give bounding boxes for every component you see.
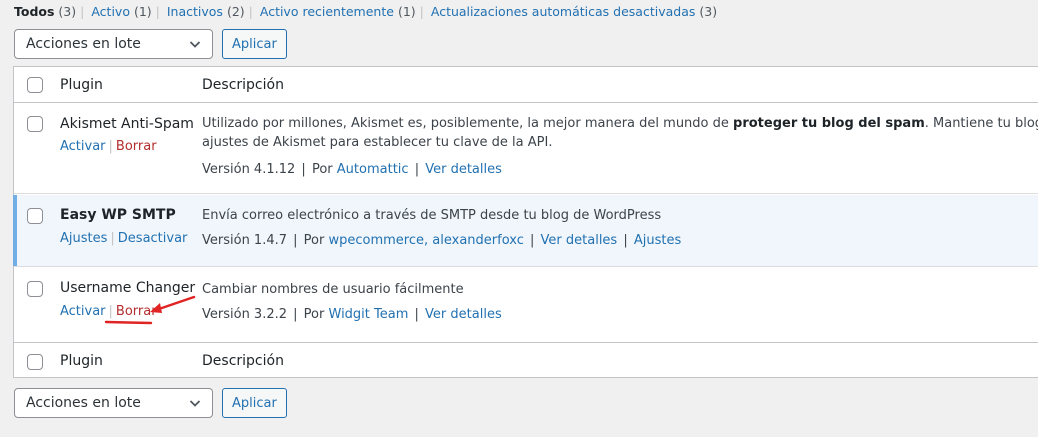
row-checkbox[interactable] <box>27 116 43 132</box>
description-text: Envía correo electrónico a través de SMT… <box>202 208 662 223</box>
description-text: Cambiar nombres de usuario fácilmente <box>202 282 464 297</box>
delete-link[interactable]: Borrar <box>116 139 157 154</box>
table-header: Plugin Descripción <box>14 67 1038 103</box>
plugin-version: Versión 1.4.7 <box>202 233 288 248</box>
bulk-actions-top: Acciones en lote Aplicar <box>14 29 287 59</box>
filter-inactive[interactable]: Inactivos <box>167 4 223 19</box>
plugin-meta: Versión 4.1.12 | Por Automattic | Ver de… <box>202 162 502 177</box>
separator: | <box>410 307 424 322</box>
filter-recently-active[interactable]: Activo recientemente <box>260 4 394 19</box>
table-row: Username Changer Activar | Borrar Cambiar … <box>14 268 1038 341</box>
filter-all[interactable]: Todos <box>14 4 54 19</box>
bulk-action-selected: Acciones en lote <box>26 395 141 411</box>
separator: | <box>80 4 85 19</box>
author-prefix: Por <box>311 162 333 177</box>
row-checkbox[interactable] <box>27 281 43 297</box>
view-details-link[interactable]: Ver detalles <box>425 162 502 177</box>
plugins-table: Plugin Descripción Akismet Anti-Spam Act… <box>13 66 1038 378</box>
plugin-status-filters: Todos (3) | Activo (1) | Inactivos (2) | Ac… <box>14 4 717 20</box>
view-details-link[interactable]: Ver detalles <box>541 233 618 248</box>
separator: | <box>155 4 160 19</box>
author-prefix: Por <box>303 233 325 248</box>
select-all-checkbox[interactable] <box>27 77 43 93</box>
table-row-active: Easy WP SMTP Ajustes | Desactivar Envía co… <box>13 195 1038 267</box>
author-link[interactable]: Automattic <box>337 162 409 177</box>
filter-active[interactable]: Activo <box>91 4 130 19</box>
plugin-version: Versión 4.1.12 <box>202 162 296 177</box>
filter-active-count: (1) <box>133 4 152 19</box>
separator: | <box>289 307 302 322</box>
chevron-down-icon <box>188 396 202 410</box>
activate-link[interactable]: Activar <box>60 139 106 154</box>
separator: | <box>108 304 113 319</box>
column-plugin[interactable]: Plugin <box>60 353 103 369</box>
delete-link[interactable]: Borrar <box>116 304 157 319</box>
plugin-meta: Versión 3.2.2 | Por Widgit Team | Ver de… <box>202 307 502 322</box>
settings-link[interactable]: Ajustes <box>60 231 107 246</box>
separator: | <box>110 231 115 246</box>
activate-link[interactable]: Activar <box>60 304 106 319</box>
plugin-version: Versión 3.2.2 <box>202 307 288 322</box>
bulk-action-select[interactable]: Acciones en lote <box>14 29 213 59</box>
filter-inactive-count: (2) <box>226 4 245 19</box>
bulk-action-selected: Acciones en lote <box>26 36 141 52</box>
description-text: Utilizado por millones, Akismet es, posi… <box>202 116 734 131</box>
column-description: Descripción <box>202 353 284 369</box>
row-actions: Activar | Borrar <box>60 304 157 319</box>
apply-button[interactable]: Aplicar <box>222 388 287 418</box>
chevron-down-icon <box>188 37 202 51</box>
plugin-name: Easy WP SMTP <box>60 207 176 223</box>
select-all-checkbox[interactable] <box>27 354 43 370</box>
author-link[interactable]: Widgit Team <box>329 307 409 322</box>
description-text: ajustes de Akismet para establecer tu cl… <box>202 135 553 150</box>
table-row: Akismet Anti-Spam Activar | Borrar Utiliza… <box>14 103 1038 194</box>
row-checkbox[interactable] <box>27 208 43 224</box>
column-plugin[interactable]: Plugin <box>60 77 103 93</box>
view-details-link[interactable]: Ver detalles <box>425 307 502 322</box>
author-link[interactable]: wpecommerce, alexanderfoxc <box>329 233 524 248</box>
description-text: . Mantiene tu blog protegido inclus <box>924 116 1038 131</box>
table-footer: Plugin Descripción <box>14 342 1038 378</box>
separator: | <box>108 139 113 154</box>
bulk-action-select[interactable]: Acciones en lote <box>14 388 213 418</box>
description-bold: proteger tu blog del spam <box>733 116 925 131</box>
plugin-description: Utilizado por millones, Akismet es, posi… <box>202 114 1038 152</box>
plugin-description: Cambiar nombres de usuario fácilmente <box>202 280 1038 299</box>
filter-auto-updates-disabled-count: (3) <box>699 4 718 19</box>
plugin-meta: Versión 1.4.7 | Por wpecommerce, alexand… <box>202 233 681 248</box>
separator: | <box>289 233 302 248</box>
separator: | <box>248 4 253 19</box>
separator: | <box>525 233 539 248</box>
bulk-actions-bottom: Acciones en lote Aplicar <box>14 388 287 418</box>
apply-button[interactable]: Aplicar <box>222 29 287 59</box>
deactivate-link[interactable]: Desactivar <box>118 231 188 246</box>
plugin-name: Akismet Anti-Spam <box>60 116 194 132</box>
settings-link[interactable]: Ajustes <box>634 233 681 248</box>
row-actions: Activar | Borrar <box>60 139 157 154</box>
column-description: Descripción <box>202 77 284 93</box>
plugin-description: Envía correo electrónico a través de SMT… <box>202 206 1038 225</box>
author-prefix: Por <box>303 307 325 322</box>
filter-auto-updates-disabled[interactable]: Actualizaciones automáticas desactivadas <box>431 4 696 19</box>
filter-all-count: (3) <box>58 4 77 19</box>
filter-recently-active-count: (1) <box>397 4 416 19</box>
separator: | <box>619 233 632 248</box>
separator: | <box>410 162 424 177</box>
plugin-name: Username Changer <box>60 280 196 296</box>
separator: | <box>297 162 310 177</box>
separator: | <box>419 4 424 19</box>
row-actions: Ajustes | Desactivar <box>60 231 187 246</box>
